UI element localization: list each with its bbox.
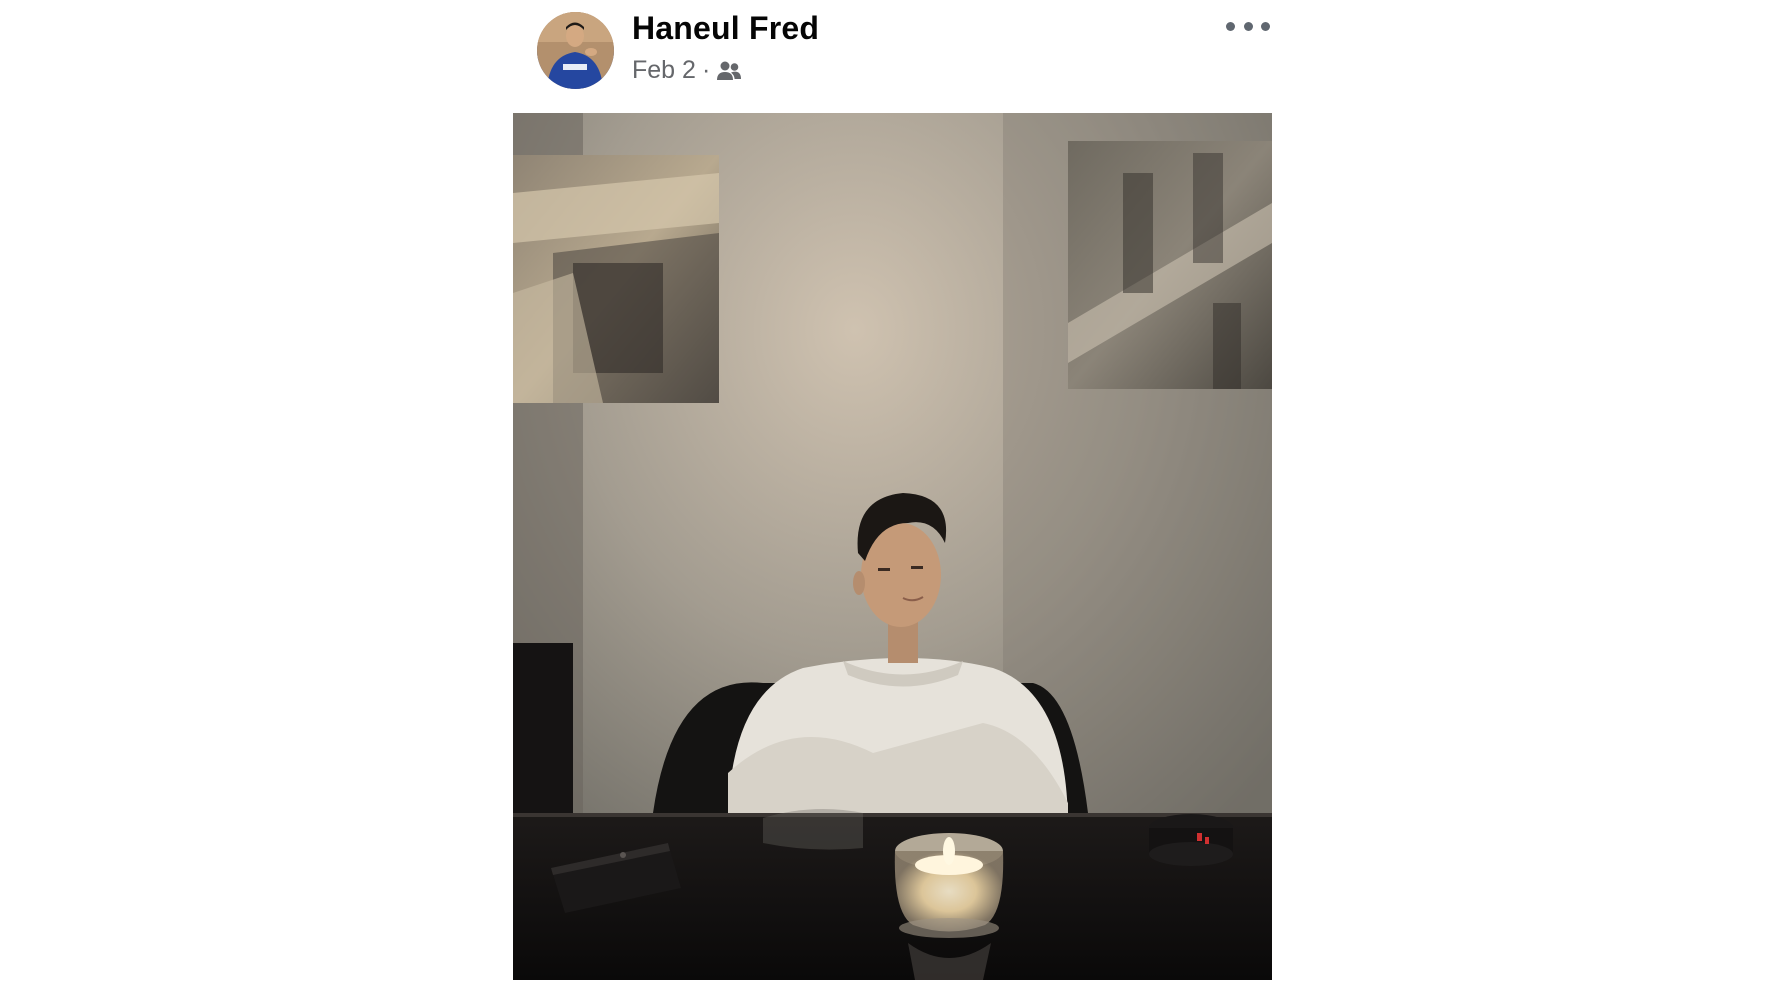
more-dot — [1226, 21, 1235, 31]
post-photo-image — [513, 113, 1272, 980]
more-options-icon[interactable] — [1226, 14, 1270, 38]
avatar-image — [537, 12, 614, 89]
more-dot — [1261, 21, 1270, 31]
more-dot — [1243, 21, 1253, 31]
post-photo[interactable] — [513, 113, 1272, 980]
author-name[interactable]: Haneul Fred — [632, 10, 819, 47]
author-avatar[interactable] — [537, 12, 614, 89]
feed-post: Haneul Fred Feb 2 · — [0, 0, 1778, 1000]
post-meta: Feb 2 · — [632, 56, 742, 85]
post-date[interactable]: Feb 2 — [632, 56, 696, 85]
friends-icon[interactable] — [716, 60, 742, 82]
meta-separator: · — [701, 56, 711, 84]
